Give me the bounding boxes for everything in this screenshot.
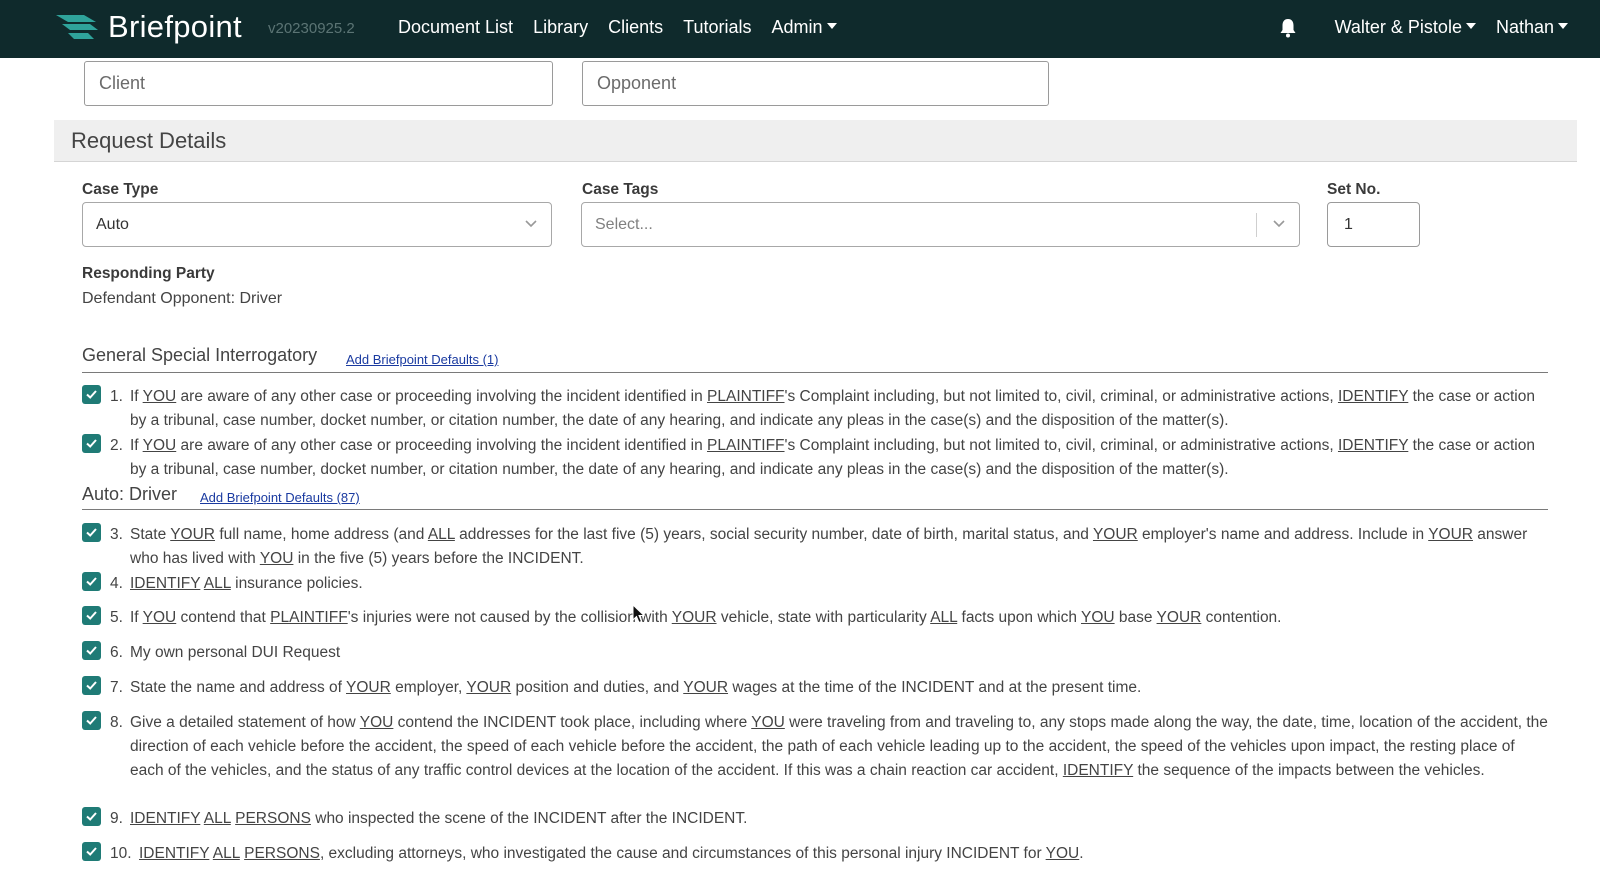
nav-document-list[interactable]: Document List [398, 17, 513, 38]
item-checkbox[interactable] [82, 385, 101, 404]
responding-party-value: Defendant Opponent: Driver [82, 290, 283, 307]
bell-icon[interactable] [1279, 18, 1297, 38]
item-checkbox[interactable] [82, 711, 101, 730]
chevron-down-icon [525, 220, 537, 228]
checkmark-icon [86, 528, 97, 537]
nav-clients[interactable]: Clients [608, 17, 663, 38]
item-number: 6. [110, 644, 123, 661]
item-checkbox[interactable] [82, 434, 101, 453]
responding-party-label: Responding Party [82, 265, 215, 282]
add-defaults-link-auto-driver[interactable]: Add Briefpoint Defaults (87) [200, 490, 360, 505]
checkmark-icon [86, 611, 97, 620]
item-checkbox[interactable] [82, 523, 101, 542]
item-checkbox[interactable] [82, 676, 101, 695]
item-number: 9. [110, 810, 123, 827]
app-version: v20230925.2 [268, 20, 355, 37]
set-no-label: Set No. [1327, 181, 1381, 198]
mouse-cursor-icon [632, 604, 646, 624]
case-type-select[interactable]: Auto [82, 202, 552, 247]
item-number: 2. [110, 437, 123, 454]
checkmark-icon [86, 390, 97, 399]
checkmark-icon [86, 681, 97, 690]
checkmark-icon [86, 812, 97, 821]
item-number: 3. [110, 526, 123, 543]
chevron-down-icon[interactable] [1273, 220, 1285, 228]
nav-admin-label: Admin [771, 17, 823, 37]
caret-down-icon [826, 23, 837, 30]
item-text: If YOU contend that PLAINTIFF's injuries… [130, 609, 1282, 626]
select-divider [1256, 213, 1257, 237]
case-tags-placeholder: Select... [595, 215, 653, 233]
request-details-header: Request Details [54, 120, 1577, 162]
set-no-input[interactable] [1327, 202, 1420, 247]
nav-tutorials[interactable]: Tutorials [683, 17, 751, 38]
section-title: Request Details [71, 128, 227, 153]
group-divider [82, 372, 1548, 373]
item-text: IDENTIFY ALL PERSONS who inspected the s… [130, 810, 748, 827]
group-divider [82, 509, 1548, 510]
opponent-input[interactable] [582, 61, 1049, 106]
nav-right: Walter & Pistole Nathan [1279, 17, 1568, 38]
caret-down-icon [1465, 23, 1476, 30]
item-text: If YOU are aware of any other case or pr… [130, 437, 1535, 478]
item-checkbox[interactable] [82, 641, 101, 660]
main-nav: Document List Library Clients Tutorials … [398, 17, 857, 38]
item-text: My own personal DUI Request [130, 644, 341, 661]
item-number: 10. [110, 845, 132, 862]
item-number: 8. [110, 714, 123, 731]
user-dropdown[interactable]: Nathan [1496, 17, 1568, 38]
case-type-value: Auto [96, 215, 129, 233]
nav-library[interactable]: Library [533, 17, 588, 38]
top-navbar: Briefpoint v20230925.2 Document List Lib… [0, 0, 1600, 58]
brand-name[interactable]: Briefpoint [108, 9, 242, 45]
item-text: If YOU are aware of any other case or pr… [130, 388, 1535, 429]
item-checkbox[interactable] [82, 807, 101, 826]
firm-dropdown[interactable]: Walter & Pistole [1335, 17, 1476, 38]
item-number: 1. [110, 388, 123, 405]
item-number: 4. [110, 575, 123, 592]
case-tags-select[interactable]: Select... [581, 202, 1300, 247]
checkmark-icon [86, 716, 97, 725]
briefpoint-logo-icon[interactable] [54, 12, 100, 42]
item-checkbox[interactable] [82, 572, 101, 591]
item-text: State YOUR full name, home address (and … [130, 526, 1528, 567]
item-text: IDENTIFY ALL PERSONS, excluding attorney… [139, 845, 1084, 862]
checkmark-icon [86, 439, 97, 448]
checkmark-icon [86, 847, 97, 856]
item-text: IDENTIFY ALL insurance policies. [130, 575, 363, 592]
checkmark-icon [86, 646, 97, 655]
case-tags-label: Case Tags [582, 181, 659, 198]
item-number: 5. [110, 609, 123, 626]
item-text: State the name and address of YOUR emplo… [130, 679, 1142, 696]
group-heading-general: General Special Interrogatory [82, 345, 318, 365]
user-label: Nathan [1495, 17, 1554, 37]
checkmark-icon [86, 577, 97, 586]
item-checkbox[interactable] [82, 606, 101, 625]
case-type-label: Case Type [82, 181, 159, 198]
client-input[interactable] [84, 61, 553, 106]
group-heading-auto-driver: Auto: Driver [82, 484, 178, 504]
item-text: Give a detailed statement of how YOU con… [130, 714, 1548, 779]
item-number: 7. [110, 679, 123, 696]
item-checkbox[interactable] [82, 842, 101, 861]
firm-label: Walter & Pistole [1334, 17, 1462, 37]
add-defaults-link-general[interactable]: Add Briefpoint Defaults (1) [346, 352, 498, 367]
nav-admin-dropdown[interactable]: Admin [771, 17, 837, 38]
caret-down-icon [1558, 23, 1568, 30]
